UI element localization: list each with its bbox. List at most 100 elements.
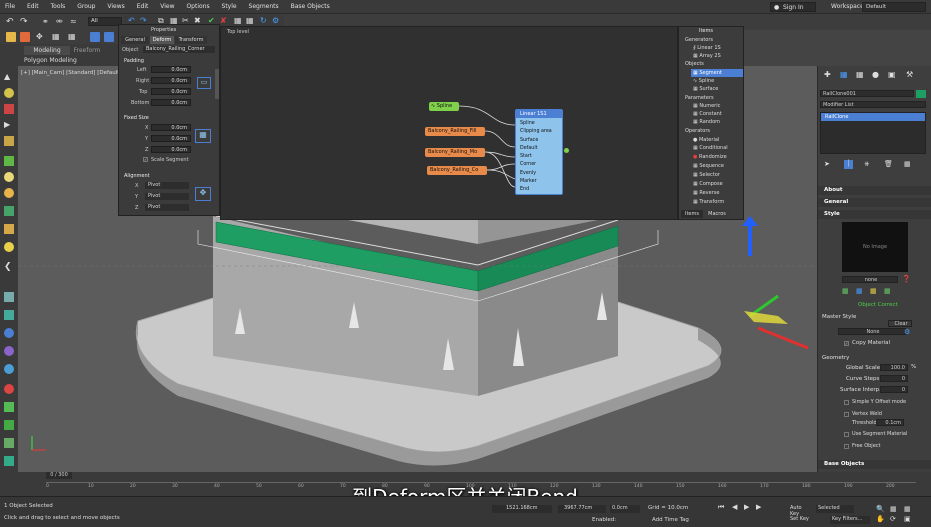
tool-sphere-icon[interactable] xyxy=(4,88,14,98)
scale-segment-checkbox[interactable]: ✓ xyxy=(143,157,148,162)
item-constant[interactable]: ▦ Constant xyxy=(693,111,722,117)
tool-pyramid-icon[interactable] xyxy=(4,224,14,234)
stack-item-railclone[interactable]: RailClone xyxy=(821,113,925,121)
port-start[interactable]: Start xyxy=(520,153,552,161)
tool-cursor-icon[interactable]: ▶ xyxy=(4,120,14,130)
rollout-general[interactable]: General xyxy=(818,198,931,207)
menu-rc-segments[interactable]: Segments xyxy=(244,0,284,10)
coord-y-field[interactable]: 3967.77cm xyxy=(558,505,606,513)
go-to-start-icon[interactable]: ⏮ xyxy=(718,503,724,512)
add-time-tag-button[interactable]: Add Time Tag xyxy=(652,517,689,523)
align-x-dropdown[interactable]: Pivot xyxy=(145,182,189,189)
linear-node[interactable]: Linear 1S1 Spline Clipping area Surface … xyxy=(515,109,563,195)
tool-box-icon[interactable] xyxy=(4,104,14,114)
tool-purple-sphere-icon[interactable] xyxy=(4,346,14,356)
vertex-weld-checkbox[interactable] xyxy=(844,412,849,417)
tool-bulb-icon[interactable] xyxy=(4,242,14,252)
linear-output-port[interactable] xyxy=(564,148,569,153)
section-parameters[interactable]: Parameters xyxy=(685,95,714,101)
refresh-icon[interactable]: ↻ xyxy=(260,16,270,26)
port-corner[interactable]: Corner xyxy=(520,161,552,169)
port-clipping-area[interactable]: Clipping area xyxy=(520,128,552,136)
style-btn-icon-1[interactable]: ▦ xyxy=(842,287,849,295)
use-segment-material-checkbox[interactable] xyxy=(844,432,849,437)
zoom-all-icon[interactable]: ▦ xyxy=(890,505,897,513)
polygon-modeling-label[interactable]: Polygon Modeling xyxy=(24,56,120,65)
help-icon[interactable]: ❓ xyxy=(902,275,911,283)
align-y-dropdown[interactable]: Pivot xyxy=(145,193,189,200)
simple-y-offset-checkbox[interactable] xyxy=(844,400,849,405)
menu-file[interactable]: File xyxy=(0,0,20,10)
tool-shape-icon[interactable] xyxy=(4,310,14,320)
pin-icon[interactable]: ➤ xyxy=(824,160,830,168)
port-spline[interactable]: Spline xyxy=(520,120,552,128)
item-spline[interactable]: ∿ Spline xyxy=(693,78,714,84)
free-object-checkbox[interactable] xyxy=(844,444,849,449)
menu-tools[interactable]: Tools xyxy=(46,0,71,10)
item-array-2s[interactable]: ▦ Array 2S xyxy=(693,53,721,59)
port-end[interactable]: End xyxy=(520,186,552,194)
tool-leaf-icon[interactable] xyxy=(4,420,14,430)
node-graph[interactable]: Top level ∿ Spline Balcony_Railing_Fill … xyxy=(220,26,678,220)
render-icon[interactable] xyxy=(104,32,114,42)
play-icon[interactable]: ▶ xyxy=(744,503,749,511)
tool-plane-icon[interactable] xyxy=(4,156,14,166)
tool-arrow-left-icon[interactable]: ❮ xyxy=(4,262,14,272)
tool-select-icon[interactable]: ▲ xyxy=(4,72,14,82)
grid-icon[interactable]: ▦ xyxy=(246,16,256,26)
scene-explorer-icon[interactable]: ▦ xyxy=(52,32,62,42)
threshold-field[interactable]: 0.1cm xyxy=(876,419,904,426)
item-conditional[interactable]: ▦ Conditional xyxy=(693,145,728,151)
global-scale-field[interactable]: 100.0 xyxy=(880,364,908,371)
tab-items[interactable]: Items xyxy=(681,210,703,218)
undo-icon[interactable]: ↶ xyxy=(6,17,16,27)
fixed-y-spinner[interactable]: 0.0cm xyxy=(151,135,191,142)
utilities-tab-icon[interactable]: ⚒ xyxy=(906,70,913,79)
tab-macros[interactable]: Macros xyxy=(705,210,729,218)
next-frame-icon[interactable]: ▶ xyxy=(756,503,761,511)
fixed-z-spinner[interactable]: 0.0cm xyxy=(151,146,191,153)
item-randomize[interactable]: ● Randomize xyxy=(693,154,727,160)
key-filters-button[interactable]: Key Filters... xyxy=(830,516,870,524)
padding-right-spinner[interactable]: 0.0cm xyxy=(151,77,191,84)
tool-sun-icon[interactable] xyxy=(4,188,14,198)
tool-foliage-icon[interactable] xyxy=(4,456,14,466)
item-selector[interactable]: ▦ Selector xyxy=(693,172,720,178)
move-icon[interactable]: ✥ xyxy=(36,32,46,42)
style-btn-icon-4[interactable]: ▦ xyxy=(884,287,891,295)
set-key-button[interactable]: Set Key xyxy=(790,516,812,524)
tool-grass-icon[interactable] xyxy=(4,438,14,448)
modifier-list-dropdown[interactable]: Modifier List xyxy=(820,101,926,108)
display-tab-icon[interactable]: ▣ xyxy=(888,70,896,79)
tab-freeform[interactable]: Freeform xyxy=(72,46,102,55)
padding-top-spinner[interactable]: 0.0cm xyxy=(151,88,191,95)
menu-views[interactable]: Views xyxy=(102,0,129,10)
render-setup-icon[interactable] xyxy=(90,32,100,42)
item-segment[interactable]: ▦ Segment xyxy=(693,70,722,76)
object-field[interactable]: Balcony_Railing_Corner xyxy=(143,46,215,53)
selected-dropdown[interactable]: Selected xyxy=(816,505,854,513)
pan-icon[interactable]: ✋ xyxy=(876,515,885,523)
tool-light-icon[interactable] xyxy=(4,172,14,182)
item-material[interactable]: ● Material xyxy=(693,137,719,143)
scrollbar[interactable] xyxy=(215,69,219,99)
menu-rc-view[interactable]: View xyxy=(155,0,179,10)
hierarchy-tab-icon[interactable]: ▦ xyxy=(856,70,864,79)
settings-icon[interactable]: ⚙ xyxy=(272,16,282,26)
make-unique-icon[interactable]: ⧺ xyxy=(864,160,870,168)
coord-x-field[interactable]: 1521.168cm xyxy=(492,505,552,513)
selection-filter-dropdown[interactable]: All xyxy=(88,17,122,26)
item-transform[interactable]: ▦ Transform xyxy=(693,199,724,205)
show-end-result-icon[interactable]: │ xyxy=(844,160,853,169)
cancel-icon[interactable]: ✘ xyxy=(220,16,230,26)
coord-z-field[interactable]: 0.0cm xyxy=(610,505,640,513)
auto-key-button[interactable]: Auto Key xyxy=(790,505,812,517)
workspaces-dropdown[interactable]: Default xyxy=(862,2,926,12)
configure-icon[interactable]: ▦ xyxy=(904,160,911,168)
spline-node[interactable]: ∿ Spline xyxy=(429,102,459,111)
padding-bottom-spinner[interactable]: 0.0cm xyxy=(151,99,191,106)
curve-steps-field[interactable]: 0 xyxy=(880,375,908,382)
unlink-icon[interactable]: ⚮ xyxy=(56,17,66,27)
menu-group[interactable]: Group xyxy=(72,0,100,10)
port-evenly[interactable]: Evenly xyxy=(520,170,552,178)
